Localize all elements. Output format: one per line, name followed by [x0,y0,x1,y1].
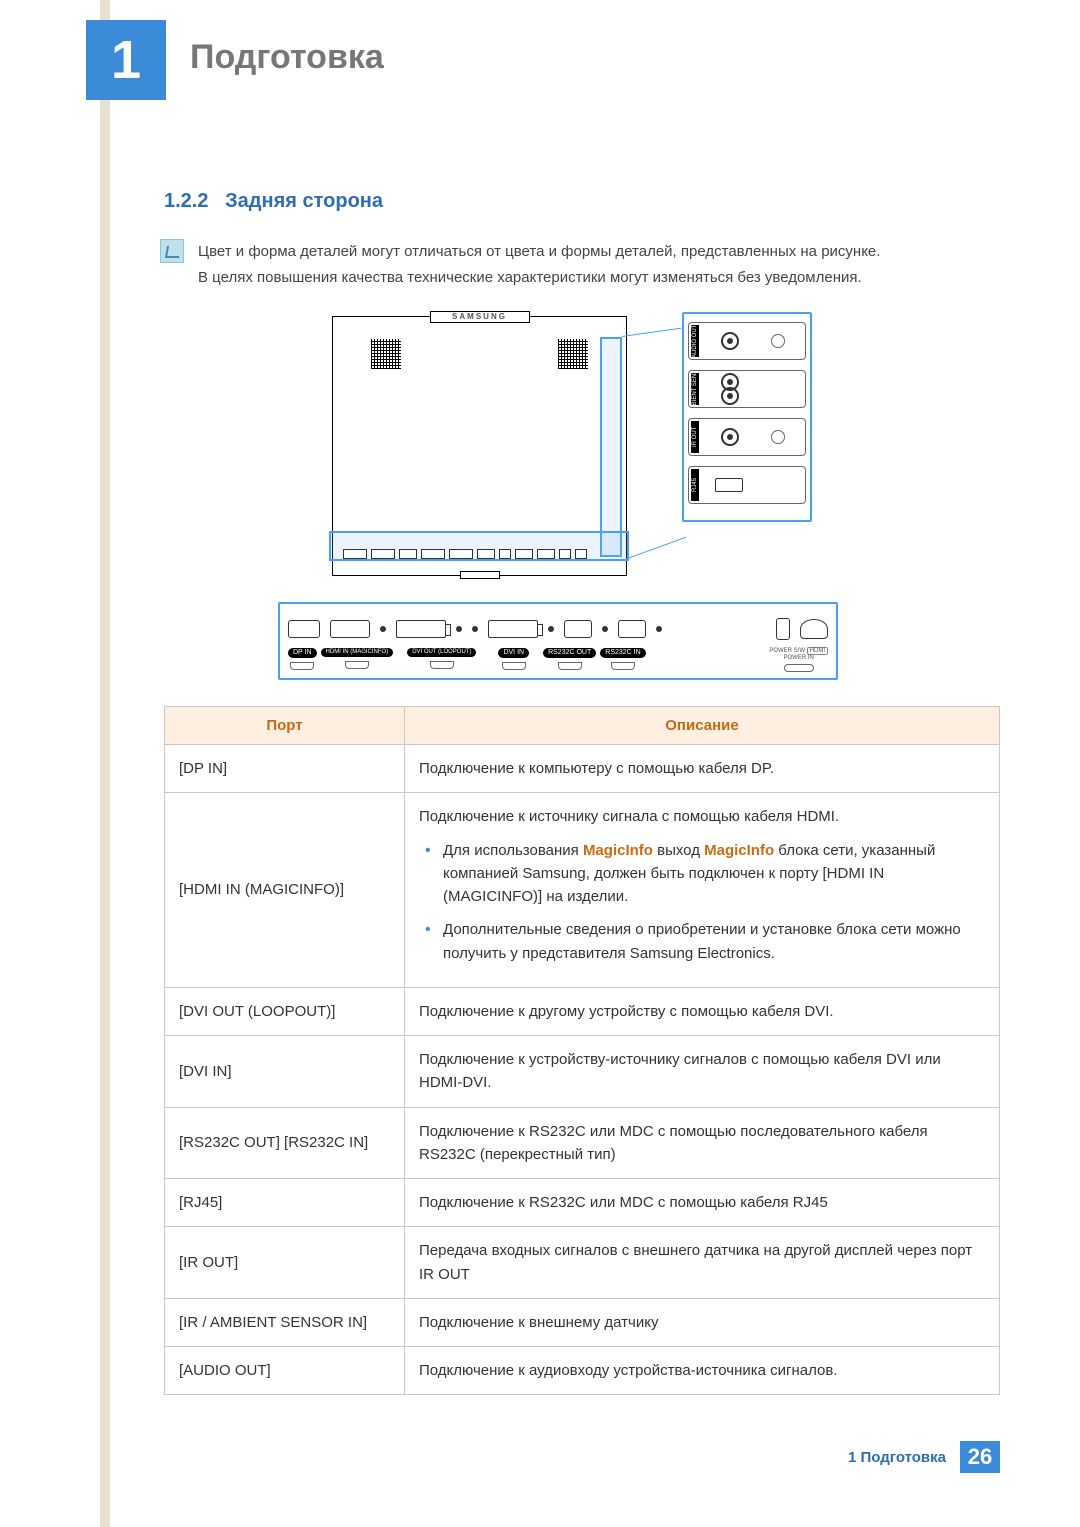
port-rj45: RJ45 [688,466,806,504]
port-desc: Передача входных сигналов с внешнего дат… [405,1227,1000,1299]
table-row: [IR / AMBIENT SENSOR IN] Подключение к в… [165,1298,1000,1346]
dvi-out-port-icon [396,620,446,638]
bottom-ports-panel: DP IN HDMI IN (MAGICINFO) DVI OUT (LOOPO… [278,602,838,680]
rs232c-out-port-icon [564,620,592,638]
port-label-audio-out: AUDIO OUT [691,325,699,357]
chapter-number: 1 [111,29,141,91]
section-title: Задняя сторона [225,190,383,212]
desc-bullet: Для использования MagicInfo выход MagicI… [419,839,985,909]
bottom-port-miniatures [343,549,624,559]
section-heading: 1.2.2 Задняя сторона [164,190,1000,213]
keyword-magicinfo: MagicInfo [583,842,653,859]
diagram: SAMSUNG AUD [164,316,1000,680]
port-desc: Подключение к RS232C или MDC с помощью п… [405,1107,1000,1179]
dvi-in-port-icon [488,620,538,638]
port-desc: Подключение к аудиовходу устройства-исто… [405,1347,1000,1395]
table-row: [DVI OUT (LOOPOUT)] Подключение к другом… [165,987,1000,1035]
port-ir-sensor-in: IR / AMBIENT SENSOR IN [688,370,806,408]
aux-jack-icon [771,334,785,348]
desc-bullet: Дополнительные сведения о приобретении и… [419,918,985,965]
stand-slot-icon [460,571,500,579]
label-dvi-out: DVI OUT (LOOPOUT) [407,648,476,657]
port-desc: Подключение к RS232C или MDC с помощью к… [405,1179,1000,1227]
port-desc: Подключение к источнику сигнала с помощь… [405,793,1000,988]
left-margin-strip [100,0,110,1527]
ports-table: Порт Описание [DP IN] Подключение к комп… [164,706,1000,1395]
port-name: [RS232C OUT] [RS232C IN] [165,1107,405,1179]
side-port-highlight [600,337,622,557]
note-icon [160,239,184,263]
label-power-sw: POWER S/W [769,648,805,654]
page-footer: 1 Подготовка 26 [848,1441,1000,1473]
hdmi-logo: HDMI [807,647,828,655]
port-name: [DVI IN] [165,1036,405,1108]
label-power-in: POWER IN [783,655,813,661]
table-row: [IR OUT] Передача входных сигналов с вне… [165,1227,1000,1299]
table-row: [DP IN] Подключение к компьютеру с помощ… [165,745,1000,793]
port-label-rj45: RJ45 [691,469,699,501]
port-desc: Подключение к устройству-источнику сигна… [405,1036,1000,1108]
callout-line [622,537,686,561]
section-number: 1.2.2 [164,190,208,212]
note-block: Цвет и форма деталей могут отличаться от… [160,239,1000,290]
speaker-grill-left-icon [371,339,401,369]
table-header-port: Порт [165,707,405,745]
power-in-icon [800,619,828,639]
rs232c-in-port-icon [618,620,646,638]
table-row: [DVI IN] Подключение к устройству-источн… [165,1036,1000,1108]
rj45-jack-icon [715,478,743,492]
port-name: [IR / AMBIENT SENSOR IN] [165,1298,405,1346]
jack-icon [721,428,739,446]
port-label-ir-sensor-in: IR / AMBIENT SENSOR IN [691,373,699,405]
device-rear-outline: SAMSUNG [332,316,627,576]
jack-icon [721,387,739,405]
chapter-title: Подготовка [190,38,384,77]
power-switch-icon [776,618,790,640]
table-row: [AUDIO OUT] Подключение к аудиовходу уст… [165,1347,1000,1395]
speaker-grill-right-icon [558,339,588,369]
note-line1: Цвет и форма деталей могут отличаться от… [198,239,880,265]
dp-port-icon [288,620,320,638]
side-ports-panel: AUDIO OUT IR / AMBIENT SENSOR IN IR OUT [682,312,812,522]
label-dvi-in: DVI IN [498,648,529,658]
callout-line [622,328,682,337]
desc-text: Подключение к источнику сигнала с помощь… [419,805,985,828]
label-rs232c-in: RS232C IN [600,648,645,658]
port-desc: Подключение к внешнему датчику [405,1298,1000,1346]
port-audio-out: AUDIO OUT [688,322,806,360]
port-desc: Подключение к другому устройству с помощ… [405,987,1000,1035]
table-row: [RS232C OUT] [RS232C IN] Подключение к R… [165,1107,1000,1179]
table-row: [RJ45] Подключение к RS232C или MDC с по… [165,1179,1000,1227]
brand-label: SAMSUNG [430,311,530,323]
port-ir-out: IR OUT [688,418,806,456]
hdmi-port-icon [330,620,370,638]
footer-chapter-text: 1 Подготовка [848,1449,946,1466]
aux-jack-icon [771,430,785,444]
table-row: [HDMI IN (MAGICINFO)] Подключение к исто… [165,793,1000,988]
power-labels: POWER S/W HDMI POWER IN [769,648,828,672]
table-header-desc: Описание [405,707,1000,745]
footer-page-number: 26 [960,1441,1000,1473]
port-name: [AUDIO OUT] [165,1347,405,1395]
note-text: Цвет и форма деталей могут отличаться от… [198,239,880,290]
port-label-ir-out: IR OUT [691,421,699,453]
port-name: [RJ45] [165,1179,405,1227]
chapter-number-tab: 1 [86,20,166,100]
label-dp-in: DP IN [288,648,317,658]
port-name: [DVI OUT (LOOPOUT)] [165,987,405,1035]
port-name: [DP IN] [165,745,405,793]
audio-jack-icon [721,332,739,350]
label-hdmi-in: HDMI IN (MAGICINFO) [321,648,394,657]
keyword-magicinfo: MagicInfo [704,842,774,859]
label-rs232c-out: RS232C OUT [543,648,596,658]
port-desc: Подключение к компьютеру с помощью кабел… [405,745,1000,793]
note-line2: В целях повышения качества технические х… [198,265,880,291]
port-name: [HDMI IN (MAGICINFO)] [165,793,405,988]
port-name: [IR OUT] [165,1227,405,1299]
